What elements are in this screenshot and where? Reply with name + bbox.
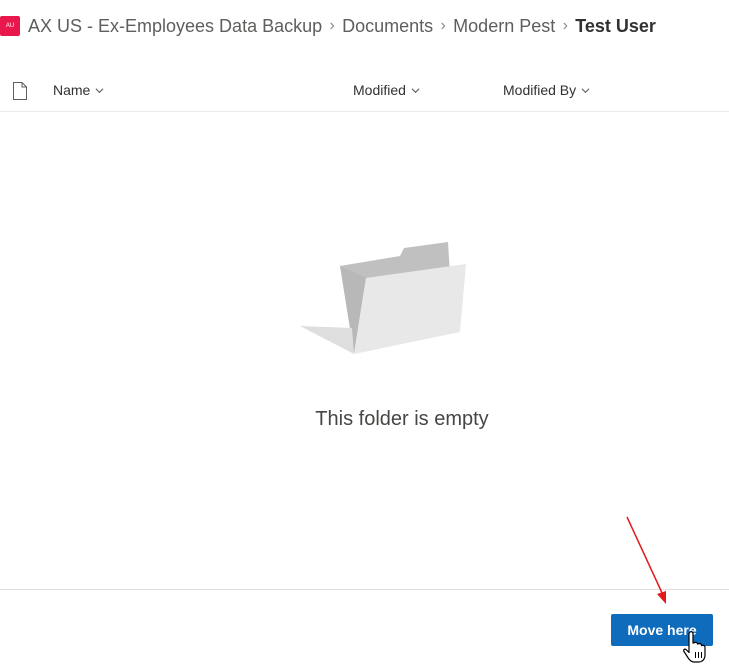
chevron-down-icon xyxy=(411,87,420,93)
breadcrumb-item-documents[interactable]: Documents xyxy=(342,16,433,37)
breadcrumb: AU AX US - Ex-Employees Data Backup › Do… xyxy=(0,10,656,42)
file-type-icon[interactable] xyxy=(12,81,28,101)
chevron-down-icon xyxy=(581,87,590,93)
column-header-name[interactable]: Name xyxy=(53,82,104,98)
chevron-right-icon: › xyxy=(440,17,446,34)
footer-divider xyxy=(0,589,729,590)
empty-folder-illustration xyxy=(300,242,466,354)
breadcrumb-item-modern-pest[interactable]: Modern Pest xyxy=(453,16,555,37)
column-header-modified-by-label: Modified By xyxy=(503,82,577,98)
column-header-name-label: Name xyxy=(53,82,91,98)
column-header-row: Name Modified Modified By xyxy=(0,72,729,112)
chevron-down-icon xyxy=(95,87,104,93)
column-header-modified[interactable]: Modified xyxy=(353,82,420,98)
annotation-arrow-icon xyxy=(626,516,666,604)
chevron-right-icon: › xyxy=(562,17,568,34)
site-logo-icon[interactable]: AU xyxy=(0,16,20,36)
column-header-modified-by[interactable]: Modified By xyxy=(503,82,590,98)
move-here-button[interactable]: Move here xyxy=(611,614,713,646)
empty-folder-message: This folder is empty xyxy=(315,408,489,430)
breadcrumb-item-test-user: Test User xyxy=(575,15,656,36)
column-header-modified-label: Modified xyxy=(353,82,406,98)
chevron-right-icon: › xyxy=(329,17,335,34)
breadcrumb-item-site[interactable]: AX US - Ex-Employees Data Backup xyxy=(28,16,322,37)
